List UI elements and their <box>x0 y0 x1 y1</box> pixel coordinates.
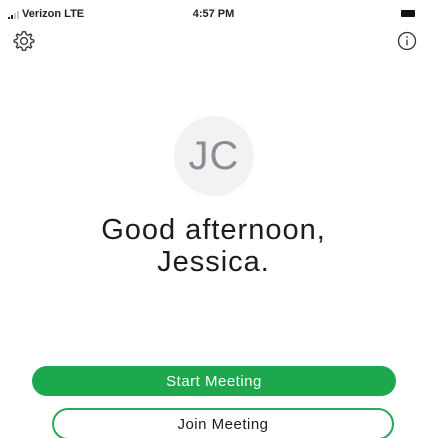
greeting-text: Good afternoon, Jessica. <box>0 214 427 278</box>
avatar-initials: JC <box>188 133 240 178</box>
greeting-line-1: Good afternoon, <box>101 214 326 246</box>
greeting-line-2: Jessica. <box>157 246 270 278</box>
join-meeting-button[interactable]: Join Meeting <box>52 408 394 438</box>
gear-icon[interactable] <box>12 29 36 53</box>
status-bar: Verizon LTE 4:57 PM <box>0 0 427 26</box>
battery-icon <box>401 10 415 17</box>
status-time: 4:57 PM <box>192 8 235 20</box>
info-icon[interactable] <box>397 31 417 51</box>
start-meeting-button[interactable]: Start Meeting <box>32 366 396 396</box>
avatar[interactable]: JC <box>174 116 254 196</box>
